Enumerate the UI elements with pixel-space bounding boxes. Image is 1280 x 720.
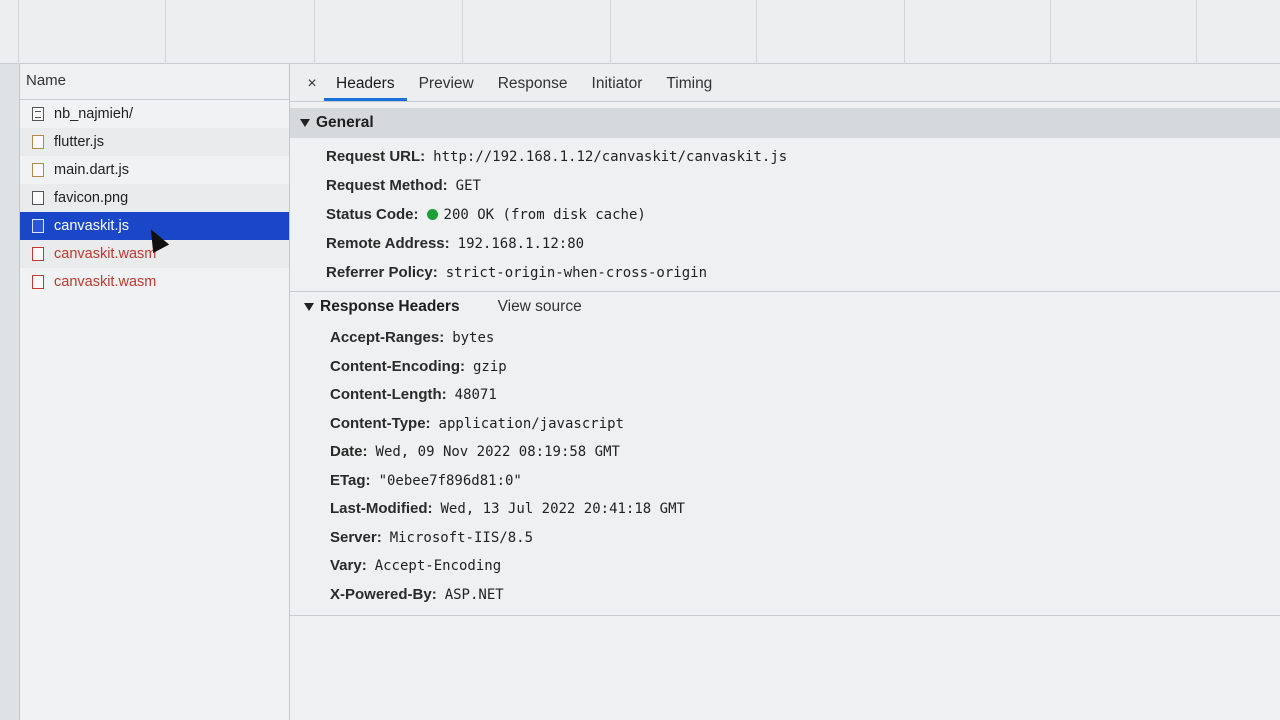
- response-headers-title: Response Headers: [320, 298, 460, 315]
- request-rows: nb_najmieh/flutter.js main.dart.js favicon…: [20, 100, 289, 296]
- image-file-icon: [32, 191, 44, 205]
- field-value: ASP.NET: [444, 586, 504, 603]
- response-headers-section-header[interactable]: Response Headers View source: [290, 292, 1280, 322]
- field-key: Vary:: [330, 557, 367, 574]
- expand-triangle-icon: [304, 303, 314, 311]
- network-overview-timeline[interactable]: [0, 0, 1280, 64]
- response-header-row: Server: Microsoft-IIS/8.5: [290, 524, 1280, 553]
- response-header-row: Content-Encoding: gzip: [290, 353, 1280, 382]
- field-key: ETag:: [330, 471, 371, 489]
- details-tabbar: × Headers Preview Response Initiator Tim…: [290, 64, 1280, 102]
- request-list: Name nb_najmieh/flutter.js main.dart.js fa…: [20, 64, 290, 720]
- field-value: "0ebee7f896d81:0": [378, 472, 522, 489]
- field-value: bytes: [452, 330, 495, 346]
- field-key: Request URL:: [326, 148, 426, 165]
- field-key: Remote Address:: [326, 235, 450, 252]
- field-value: Accept-Encoding: [374, 558, 502, 574]
- general-section-title: General: [316, 114, 374, 131]
- referrer-policy-row: Referrer Policy: strict-origin-when-cros…: [290, 258, 1280, 287]
- field-key: Date:: [330, 443, 368, 460]
- response-header-row: Vary: Accept-Encoding: [290, 552, 1280, 581]
- response-headers-list: Accept-Ranges: bytes Content-Encoding: gzip…: [290, 322, 1280, 609]
- request-name: nb_najmieh/: [54, 106, 133, 122]
- request-row[interactable]: flutter.js: [20, 128, 289, 156]
- response-header-row: Content-Type: application/javascript: [290, 410, 1280, 439]
- request-row[interactable]: main.dart.js: [20, 156, 289, 184]
- request-row[interactable]: canvaskit.wasm: [20, 268, 289, 296]
- response-header-row: X-Powered-By: ASP.NET: [290, 581, 1280, 610]
- field-key: Referrer Policy:: [326, 264, 438, 281]
- field-value: http://192.168.1.12/canvaskit/canvaskit.…: [433, 149, 788, 165]
- response-header-row: Date: Wed, 09 Nov 2022 08:19:58 GMT: [290, 438, 1280, 467]
- field-key: Content-Encoding:: [330, 357, 465, 375]
- field-value: Wed, 09 Nov 2022 08:19:58 GMT: [375, 444, 620, 460]
- request-url-row: Request URL: http://192.168.1.12/canvask…: [290, 142, 1280, 171]
- status-code-text: 200 OK (from disk cache): [443, 207, 646, 223]
- request-name: favicon.png: [54, 190, 129, 206]
- timeline-gridline: [1196, 0, 1197, 64]
- tab-response[interactable]: Response: [486, 67, 580, 101]
- timeline-gridline: [610, 0, 611, 64]
- close-icon[interactable]: ×: [300, 67, 324, 101]
- request-method-row: Request Method: GET: [290, 171, 1280, 200]
- field-key: Content-Length:: [330, 386, 447, 403]
- request-name: flutter.js: [54, 134, 104, 150]
- field-key: Server:: [330, 528, 382, 546]
- document-icon: [32, 107, 44, 121]
- field-key: X-Powered-By:: [330, 585, 437, 603]
- response-header-row: ETag: "0ebee7f896d81:0": [290, 467, 1280, 496]
- field-value: 200 OK (from disk cache): [426, 201, 646, 230]
- field-key: Accept-Ranges:: [330, 329, 445, 346]
- timeline-gridline: [314, 0, 315, 64]
- field-value: 48071: [454, 387, 497, 403]
- request-row[interactable]: nb_najmieh/: [20, 100, 289, 128]
- field-value: application/javascript: [438, 415, 624, 432]
- field-key: Status Code:: [326, 206, 419, 223]
- field-value: GET: [455, 178, 481, 194]
- status-code-row: Status Code: 200 OK (from disk cache): [290, 200, 1280, 229]
- expand-triangle-icon: [300, 119, 310, 127]
- remote-address-row: Remote Address: 192.168.1.12:80: [290, 229, 1280, 258]
- timeline-gridline: [462, 0, 463, 64]
- general-section-header[interactable]: General: [290, 108, 1280, 138]
- script-file-icon: [32, 219, 44, 233]
- field-key: Last-Modified:: [330, 500, 433, 517]
- script-file-icon: [32, 135, 44, 149]
- view-source-link[interactable]: View source: [498, 292, 582, 322]
- response-header-row: Content-Length: 48071: [290, 381, 1280, 410]
- script-file-icon: [32, 163, 44, 177]
- field-value: strict-origin-when-cross-origin: [445, 265, 708, 281]
- timeline-gridline: [904, 0, 905, 64]
- field-value: 192.168.1.12:80: [457, 236, 585, 252]
- field-value: Microsoft-IIS/8.5: [389, 529, 533, 546]
- field-value: Wed, 13 Jul 2022 20:41:18 GMT: [440, 501, 685, 517]
- field-key: Content-Type:: [330, 414, 431, 432]
- request-details-panel: × Headers Preview Response Initiator Tim…: [290, 64, 1280, 720]
- response-header-row: Accept-Ranges: bytes: [290, 324, 1280, 353]
- tab-preview[interactable]: Preview: [407, 67, 486, 101]
- file-icon: [32, 247, 44, 261]
- file-icon: [32, 275, 44, 289]
- window-left-edge: [0, 64, 20, 720]
- timeline-gridline: [756, 0, 757, 64]
- timeline-gridline: [1050, 0, 1051, 64]
- request-name: main.dart.js: [54, 162, 129, 178]
- tab-timing[interactable]: Timing: [654, 67, 724, 101]
- field-key: Request Method:: [326, 177, 448, 194]
- name-column-header[interactable]: Name: [20, 64, 289, 100]
- field-value: gzip: [472, 358, 507, 375]
- timeline-gridline: [18, 0, 19, 64]
- request-row[interactable]: favicon.png: [20, 184, 289, 212]
- timeline-gridline: [165, 0, 166, 64]
- request-name: canvaskit.wasm: [54, 246, 157, 262]
- response-header-row: Last-Modified: Wed, 13 Jul 2022 20:41:18 …: [290, 495, 1280, 524]
- request-name: canvaskit.js: [54, 218, 129, 234]
- request-name: canvaskit.wasm: [54, 274, 157, 290]
- status-ok-dot-icon: [426, 209, 438, 220]
- tab-headers[interactable]: Headers: [324, 67, 407, 101]
- section-divider: [290, 615, 1280, 616]
- tab-initiator[interactable]: Initiator: [580, 67, 655, 101]
